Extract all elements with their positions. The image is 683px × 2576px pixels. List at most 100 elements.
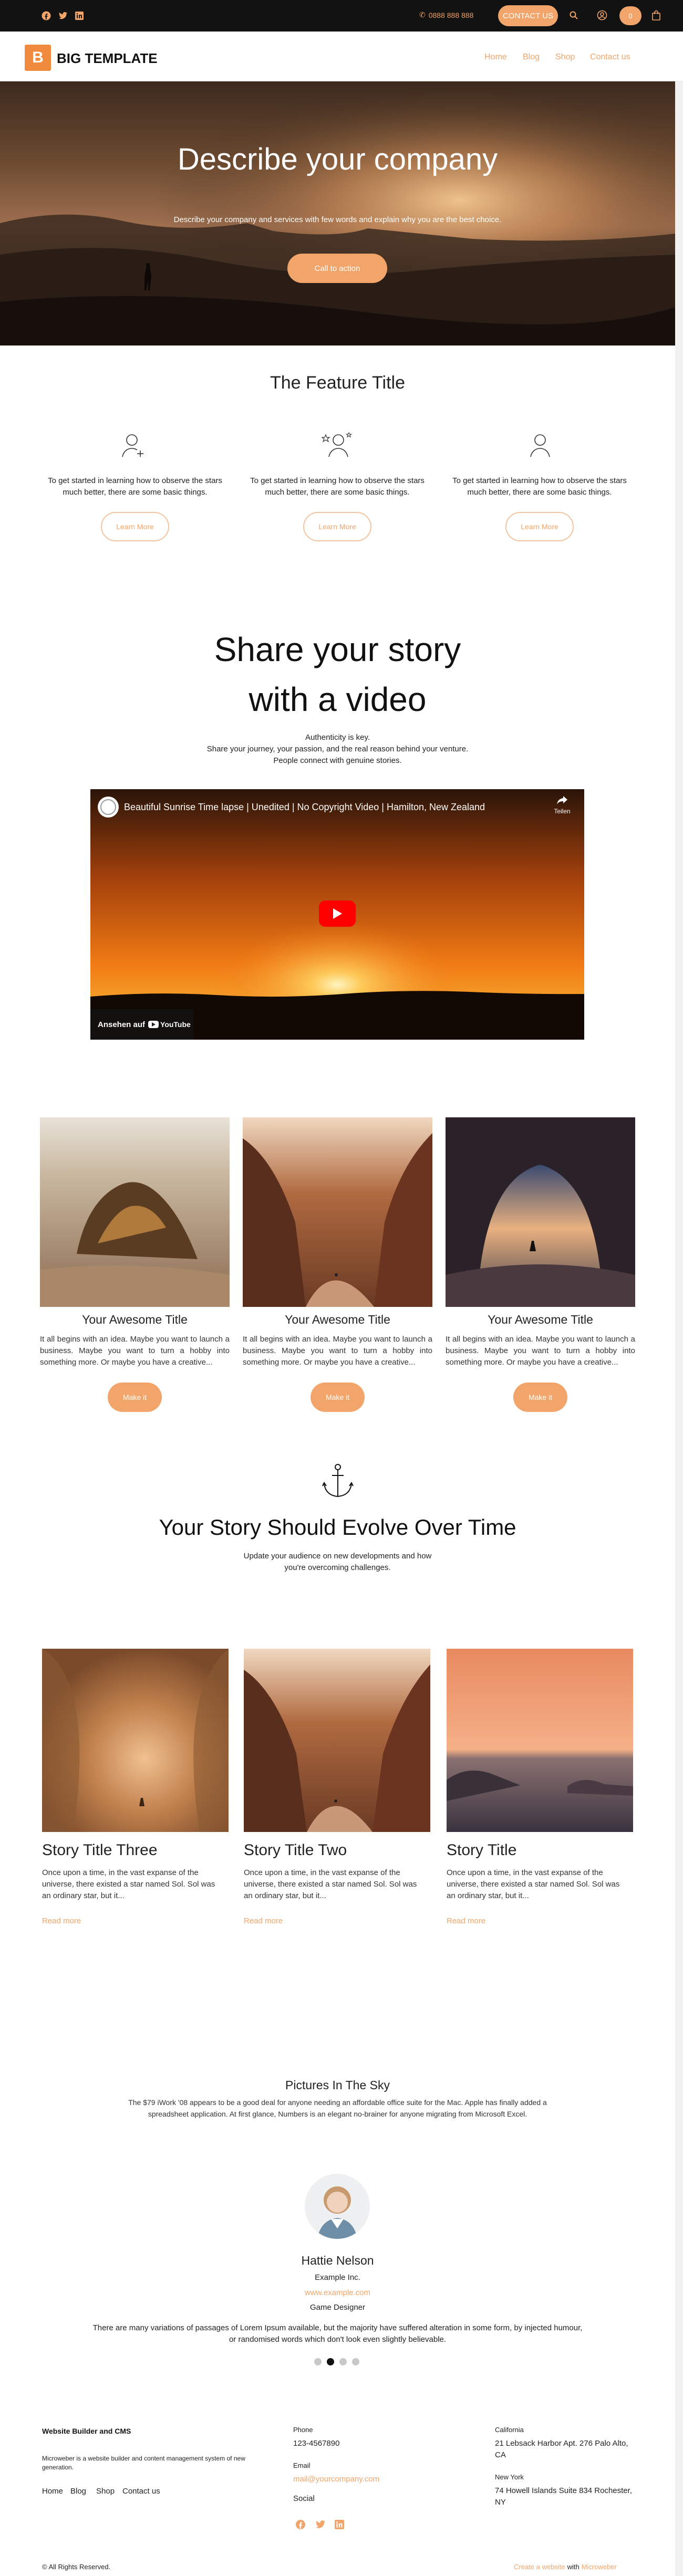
shopping-bag-icon[interactable]: [652, 10, 660, 23]
evolve-title: Your Story Should Evolve Over Time: [159, 1515, 516, 1540]
nav-blog[interactable]: Blog: [523, 53, 540, 62]
story-text-2: Once upon a time, in the vast expanse of…: [244, 1868, 417, 1900]
microweber-link[interactable]: Microweber: [582, 2563, 617, 2571]
create-website-link[interactable]: Create a website: [514, 2563, 565, 2571]
story-image-3[interactable]: [447, 1649, 633, 1832]
story-title-2[interactable]: Story Title Two: [244, 1841, 430, 1859]
watch-on-youtube-button[interactable]: Ansehen auf YouTube: [90, 1009, 193, 1040]
footer-link-contact-us[interactable]: Contact us: [122, 2487, 160, 2496]
video-intro-line1: Authenticity is key.: [305, 733, 370, 742]
make-it-label: Make it: [528, 1393, 553, 1401]
footer-link-blog[interactable]: Blog: [70, 2487, 86, 2496]
logo-mark[interactable]: B: [25, 45, 51, 71]
share-icon: [557, 796, 567, 804]
call-to-action-button[interactable]: Call to action: [287, 254, 387, 283]
learn-more-button-3[interactable]: Learn More: [505, 512, 574, 541]
testimonial-company: Example Inc.: [315, 2273, 360, 2282]
testimonial-name: Hattie Nelson: [301, 2254, 374, 2267]
learn-more-label: Learn More: [521, 522, 558, 531]
nav-home[interactable]: Home: [484, 53, 507, 62]
feature-text-2: To get started in learning how to observ…: [250, 476, 425, 497]
avatar: [305, 2174, 370, 2239]
phone-label: 0888 888 888: [428, 11, 474, 19]
testimonial-website-link[interactable]: www.example.com: [0, 2288, 675, 2297]
facebook-icon[interactable]: [295, 2519, 306, 2532]
footer-credit: Create a website with Microweber: [514, 2563, 617, 2571]
share-label: Teilen: [554, 808, 571, 815]
cart-count-badge[interactable]: 0: [619, 6, 641, 25]
user-account-icon[interactable]: [597, 10, 607, 23]
contact-us-button[interactable]: CONTACT US: [498, 5, 558, 26]
twitter-icon[interactable]: [315, 2520, 326, 2532]
card-text-3: It all begins with an idea. Maybe you wa…: [446, 1335, 635, 1367]
video-player[interactable]: Beautiful Sunrise Time lapse | Unedited …: [90, 789, 584, 1040]
make-it-button-3[interactable]: Make it: [513, 1383, 567, 1412]
carousel-dot-4[interactable]: [352, 2358, 359, 2365]
card-text-1: It all begins with an idea. Maybe you wa…: [40, 1335, 230, 1367]
logo-text[interactable]: BIG TEMPLATE: [57, 50, 158, 67]
logo-letter: B: [32, 49, 44, 66]
linkedin-icon[interactable]: [335, 2520, 344, 2532]
make-it-button-2[interactable]: Make it: [311, 1383, 365, 1412]
card-image-1: [40, 1117, 230, 1307]
youtube-label: YouTube: [160, 1020, 191, 1029]
video-intro-line2: Share your journey, your passion, and th…: [206, 745, 469, 753]
testimonial-quote-line2: or randomised words which don't look eve…: [229, 2335, 447, 2344]
top-bar: ✆ 0888 888 888 CONTACT US 0: [0, 0, 683, 32]
footer-newyork-line1: 74 Howell Islands Suite 834 Rochester,: [495, 2486, 632, 2495]
share-button[interactable]: Teilen: [552, 795, 573, 815]
learn-more-button-1[interactable]: Learn More: [101, 512, 169, 541]
hero-subtitle: Describe your company and services with …: [173, 215, 502, 224]
video-section-title-line2: with a video: [249, 680, 427, 718]
story-title-3[interactable]: Story Title: [447, 1841, 633, 1859]
footer-link-shop[interactable]: Shop: [96, 2487, 115, 2496]
phone-icon: ✆: [419, 11, 426, 19]
nav-shop[interactable]: Shop: [555, 53, 575, 62]
footer-email-link[interactable]: mail@yourcompany.com: [293, 2474, 379, 2485]
video-title[interactable]: Beautiful Sunrise Time lapse | Unedited …: [124, 802, 485, 813]
play-button[interactable]: [319, 900, 356, 927]
footer-social-label: Social: [293, 2494, 315, 2503]
footer-phone[interactable]: 123-4567890: [293, 2438, 339, 2449]
carousel-dot-3[interactable]: [339, 2358, 347, 2365]
anchor-icon: [322, 1463, 354, 1502]
hero-banner: [0, 81, 675, 345]
read-more-link-3[interactable]: Read more: [447, 1917, 485, 1925]
channel-avatar[interactable]: [98, 797, 119, 818]
learn-more-label: Learn More: [116, 522, 154, 531]
twitter-icon[interactable]: [58, 11, 68, 21]
story-title-1[interactable]: Story Title Three: [42, 1841, 229, 1859]
carousel-dot-1[interactable]: [314, 2358, 322, 2365]
scrollbar-track[interactable]: [675, 32, 683, 2576]
make-it-label: Make it: [122, 1393, 147, 1401]
read-more-link-2[interactable]: Read more: [244, 1917, 283, 1925]
read-more-link-1[interactable]: Read more: [42, 1917, 81, 1925]
youtube-logo: YouTube: [148, 1020, 191, 1029]
carousel-dot-2[interactable]: [327, 2358, 334, 2365]
testimonial-role: Game Designer: [309, 2303, 366, 2312]
linkedin-icon[interactable]: [74, 11, 85, 21]
footer-brand-text-line2: generation.: [42, 2464, 74, 2471]
card-title-3: Your Awesome Title: [488, 1313, 593, 1326]
video-section-title-line1: Share your story: [214, 631, 461, 668]
learn-more-button-2[interactable]: Learn More: [303, 512, 371, 541]
play-icon: [333, 908, 342, 919]
video-intro-line3: People connect with genuine stories.: [273, 756, 402, 765]
search-icon[interactable]: [569, 11, 578, 23]
card-image-3: [446, 1117, 635, 1307]
footer-link-home[interactable]: Home: [42, 2487, 63, 2496]
facebook-icon[interactable]: [41, 11, 51, 21]
card-image-2: [243, 1117, 432, 1307]
footer-california-line1: 21 Lebsack Harbor Apt. 276 Palo Alto,: [495, 2439, 628, 2448]
testimonial-intro-line2: spreadsheet application. At first glance…: [148, 2110, 527, 2118]
card-text-2: It all begins with an idea. Maybe you wa…: [243, 1335, 432, 1367]
cart-count: 0: [628, 12, 633, 20]
nav-contact-us[interactable]: Contact us: [590, 53, 630, 62]
testimonial-intro-line1: The $79 iWork '08 appears to be a good d…: [128, 2098, 547, 2107]
user-icon: [527, 432, 553, 462]
story-image-1[interactable]: [42, 1649, 229, 1832]
card-title-1: Your Awesome Title: [82, 1313, 188, 1326]
make-it-button-1[interactable]: Make it: [108, 1383, 162, 1412]
phone-number[interactable]: ✆ 0888 888 888: [419, 11, 473, 19]
story-image-2[interactable]: [244, 1649, 430, 1832]
